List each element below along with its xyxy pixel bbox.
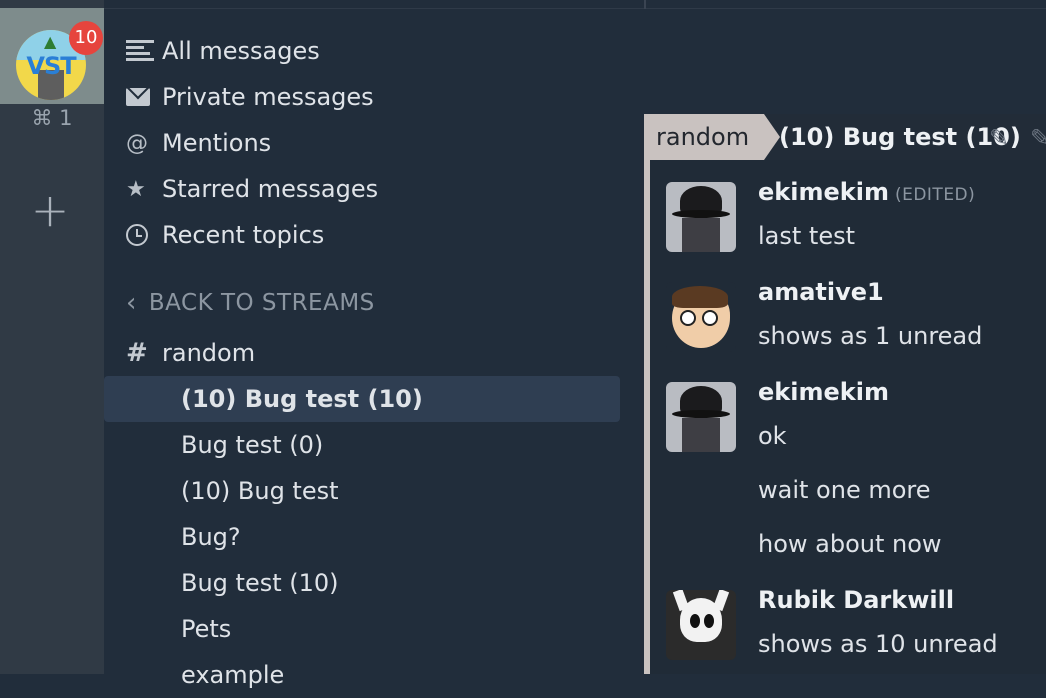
topic-label: Bug test (0)	[181, 431, 324, 459]
topic-item[interactable]: Bug test (10)	[104, 560, 620, 606]
nav-label: Recent topics	[162, 221, 325, 249]
org-logo-text: VST	[26, 52, 76, 80]
clock-icon	[126, 224, 162, 246]
pencil-icon[interactable]: ✎	[989, 124, 1009, 152]
top-divider	[644, 0, 646, 9]
topic-label: Pets	[181, 615, 232, 643]
star-icon: ★	[126, 176, 146, 202]
nav-label: Starred messages	[162, 175, 379, 203]
nav-label: Private messages	[162, 83, 374, 111]
global-filters: All messages Private messages @ Mentions…	[104, 28, 624, 258]
message-sender[interactable]: Rubik Darkwill	[758, 586, 954, 614]
topic-label: (10) Bug test (10)	[181, 385, 423, 413]
back-to-streams[interactable]: ‹ BACK TO STREAMS	[104, 288, 375, 318]
topic-item[interactable]: (10) Bug test (10)	[104, 376, 620, 422]
nav-label: Mentions	[162, 129, 272, 157]
at-icon: @	[126, 130, 148, 156]
nav-label: All messages	[162, 37, 320, 65]
stream-item-random[interactable]: # random	[104, 332, 255, 374]
avatar[interactable]	[666, 382, 736, 452]
message-content: shows as 10 unread	[758, 630, 998, 658]
nav-starred-messages[interactable]: ★ Starred messages	[104, 166, 624, 212]
back-to-streams-label: BACK TO STREAMS	[148, 290, 375, 316]
message-sender[interactable]: ekimekim	[758, 378, 889, 406]
message-pane: random (10) Bug test (10) ✎ ✎ ekimekim (E…	[644, 114, 1046, 674]
topic-item[interactable]: (10) Bug test	[104, 468, 620, 514]
nav-all-messages[interactable]: All messages	[104, 28, 624, 74]
topic-item[interactable]: example	[104, 652, 620, 698]
topic-label: example	[181, 661, 285, 689]
avatar[interactable]	[666, 282, 736, 352]
org-shortcut: ⌘ 1	[31, 106, 73, 130]
topic-item[interactable]: Pets	[104, 606, 620, 652]
message-content: shows as 1 unread	[758, 322, 983, 350]
tree-icon: ▲	[44, 32, 57, 51]
top-border	[104, 0, 1046, 9]
recipient-topic[interactable]: (10) Bug test (10)	[779, 114, 1021, 160]
message-list: ekimekim (EDITED) last test amative1 show…	[650, 160, 1046, 674]
avatar[interactable]	[666, 182, 736, 252]
topic-label: Bug test (10)	[181, 569, 339, 597]
sender-name: ekimekim	[758, 178, 889, 206]
nav-recent-topics[interactable]: Recent topics	[104, 212, 624, 258]
stream-name: random	[162, 339, 256, 367]
nav-mentions[interactable]: @ Mentions	[104, 120, 624, 166]
message-content: ok	[758, 422, 787, 450]
topic-item[interactable]: Bug test (0)	[104, 422, 620, 468]
message-content: last test	[758, 222, 856, 250]
nav-private-messages[interactable]: Private messages	[104, 74, 624, 120]
recipient-bar: random (10) Bug test (10) ✎ ✎	[644, 114, 1046, 160]
message-sender[interactable]: ekimekim (EDITED)	[758, 178, 975, 206]
topic-label: (10) Bug test	[181, 477, 339, 505]
hash-icon: #	[126, 338, 148, 368]
topic-label: Bug?	[181, 523, 241, 551]
org-tile[interactable]: ▲ VST 10	[0, 8, 104, 104]
message-content: wait one more	[758, 476, 931, 504]
org-rail: ▲ VST 10 ⌘ 1 +	[0, 0, 104, 674]
avatar[interactable]	[666, 590, 736, 660]
topic-item[interactable]: Bug?	[104, 514, 620, 560]
message-sender[interactable]: amative1	[758, 278, 884, 306]
edited-indicator: (EDITED)	[894, 185, 976, 205]
mute-icon[interactable]: ✎	[1030, 124, 1046, 152]
unread-badge: 10	[69, 21, 103, 55]
topic-list: (10) Bug test (10) Bug test (0) (10) Bug…	[104, 376, 620, 698]
recipient-stream[interactable]: random	[644, 114, 780, 160]
chevron-left-icon: ‹	[126, 288, 137, 318]
add-org-button[interactable]: +	[28, 187, 72, 234]
all-messages-icon	[126, 40, 162, 62]
envelope-icon	[126, 88, 162, 106]
message-content: how about now	[758, 530, 942, 558]
